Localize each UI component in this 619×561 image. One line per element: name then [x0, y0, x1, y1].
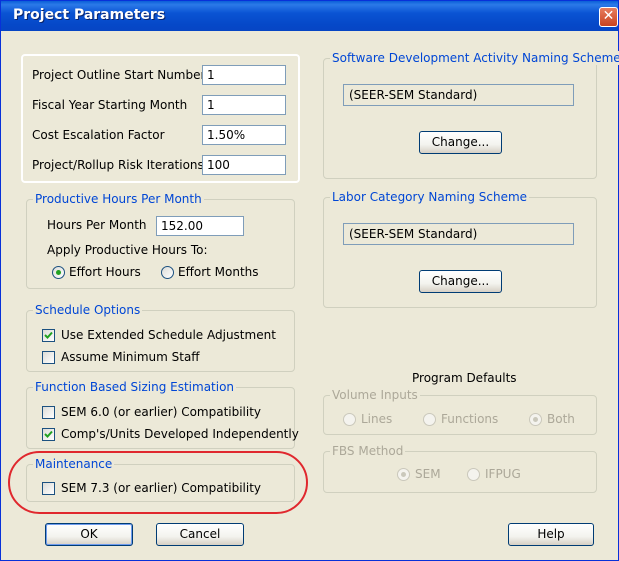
ifpug-label: IFPUG — [485, 467, 521, 481]
sem-radio[interactable] — [397, 468, 410, 481]
minimum-staff-checkbox[interactable] — [42, 351, 55, 364]
both-radio[interactable] — [529, 413, 542, 426]
lines-label: Lines — [361, 412, 393, 426]
fbs-method-group: FBS Method — [323, 444, 597, 493]
labor-naming-value: (SEER-SEM Standard) — [343, 223, 574, 245]
effort-months-label: Effort Months — [178, 265, 259, 279]
project-parameters-dialog: Project Parameters ✕ Project Outline Sta… — [0, 0, 619, 561]
sem6-compat-label: SEM 6.0 (or earlier) Compatibility — [61, 405, 262, 419]
checkmark-icon — [44, 430, 53, 438]
software-naming-change-button[interactable]: Change... — [419, 131, 502, 154]
hours-per-month-label: Hours Per Month — [47, 218, 147, 232]
extended-schedule-label: Use Extended Schedule Adjustment — [61, 328, 276, 342]
functions-radio[interactable] — [423, 413, 436, 426]
close-icon[interactable]: ✕ — [599, 7, 618, 27]
schedule-options-legend: Schedule Options — [33, 303, 143, 317]
sem6-compat-checkbox[interactable] — [42, 406, 55, 419]
productive-hours-legend: Productive Hours Per Month — [33, 192, 204, 206]
minimum-staff-label: Assume Minimum Staff — [61, 350, 200, 364]
cancel-button[interactable]: Cancel — [156, 523, 244, 546]
help-button[interactable]: Help — [508, 523, 594, 546]
comps-independent-checkbox[interactable] — [42, 428, 55, 441]
comps-independent-label: Comp's/Units Developed Independently — [61, 427, 299, 441]
software-naming-value: (SEER-SEM Standard) — [343, 84, 574, 106]
outline-start-label: Project Outline Start Number — [32, 68, 206, 82]
fiscal-year-input[interactable]: 1 — [202, 95, 286, 115]
lines-radio[interactable] — [343, 413, 356, 426]
radio-selected-dot — [401, 472, 406, 477]
ifpug-radio[interactable] — [467, 468, 480, 481]
effort-hours-radio[interactable] — [52, 266, 65, 279]
window-title: Project Parameters — [13, 7, 166, 23]
fbs-method-legend: FBS Method — [330, 444, 406, 458]
function-based-sizing-legend: Function Based Sizing Estimation — [33, 380, 237, 394]
ok-button[interactable]: OK — [45, 523, 133, 546]
labor-naming-legend: Labor Category Naming Scheme — [330, 190, 530, 204]
cost-escalation-label: Cost Escalation Factor — [32, 128, 165, 142]
cost-escalation-input[interactable]: 1.50% — [202, 125, 286, 145]
effort-months-radio[interactable] — [161, 266, 174, 279]
apply-hours-label: Apply Productive Hours To: — [47, 243, 208, 257]
checkmark-icon — [44, 331, 53, 339]
effort-hours-label: Effort Hours — [69, 265, 141, 279]
radio-selected-dot — [533, 417, 538, 422]
software-naming-group: Software Development Activity Naming Sch… — [323, 51, 619, 179]
radio-selected-dot — [56, 270, 61, 275]
both-label: Both — [547, 412, 575, 426]
software-naming-legend: Software Development Activity Naming Sch… — [330, 51, 619, 65]
labor-naming-change-button[interactable]: Change... — [419, 270, 502, 293]
outline-start-input[interactable]: 1 — [202, 65, 286, 85]
program-defaults-title: Program Defaults — [412, 371, 517, 385]
title-bar[interactable]: Project Parameters ✕ — [1, 1, 618, 31]
fiscal-year-label: Fiscal Year Starting Month — [32, 98, 188, 112]
volume-inputs-legend: Volume Inputs — [330, 388, 420, 402]
functions-label: Functions — [441, 412, 499, 426]
hours-per-month-input[interactable]: 152.00 — [156, 216, 244, 236]
sem-label: SEM — [415, 467, 441, 481]
risk-iterations-label: Project/Rollup Risk Iterations — [32, 158, 204, 172]
highlight-annotation — [8, 451, 308, 514]
risk-iterations-input[interactable]: 100 — [202, 155, 286, 175]
extended-schedule-checkbox[interactable] — [42, 329, 55, 342]
